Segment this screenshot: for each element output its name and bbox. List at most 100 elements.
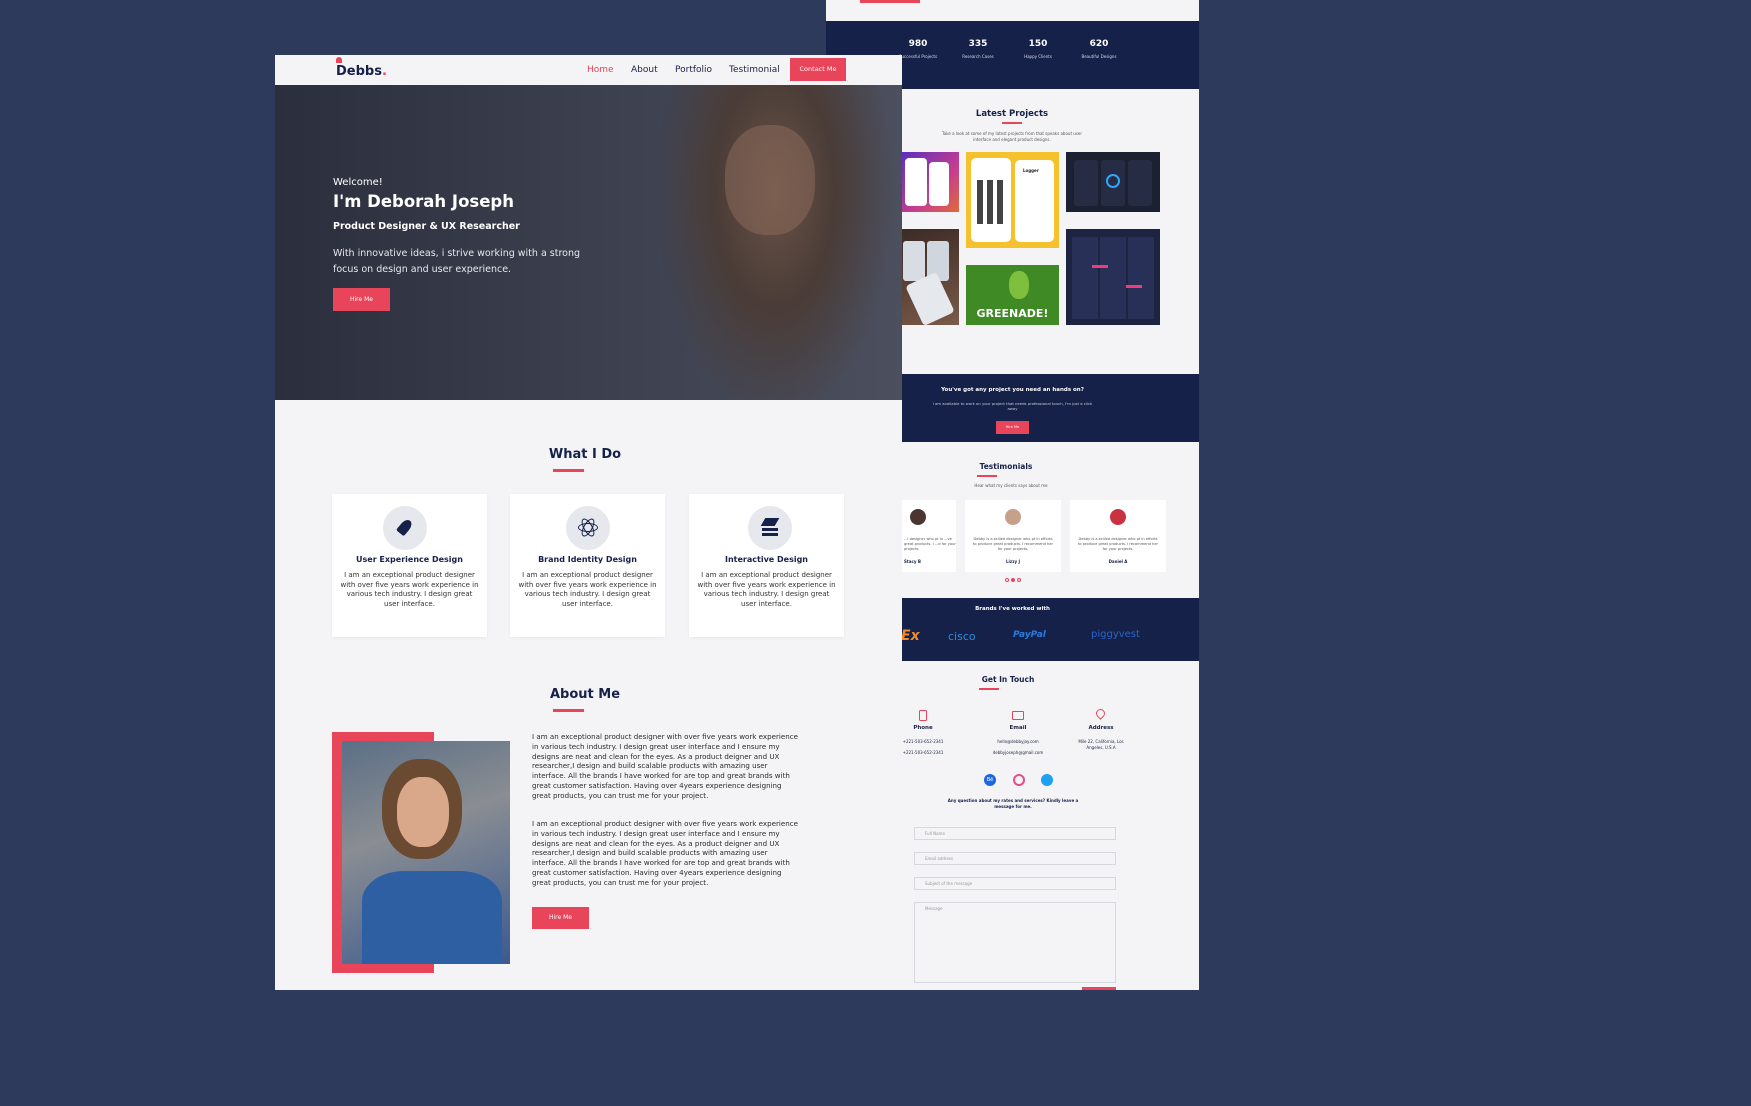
grenade-shape [1009,271,1029,299]
hero-role: Product Designer & UX Researcher [333,221,520,232]
avatar [910,509,926,525]
cta-text: I am available to work on your project t… [932,401,1093,411]
phone-mock [903,241,925,281]
carousel-dot[interactable] [1005,578,1009,582]
testimonial-card: Debby is a skilled designer who pt in ef… [965,500,1061,572]
paypal-logo: PayPal [1013,630,1046,640]
service-card-interactive: Interactive Design I am an exceptional p… [689,494,844,637]
about-title: About Me [549,687,621,702]
hero-intro: With innovative ideas, i strive working … [333,248,581,275]
layers-icon [748,506,792,550]
stat-designs: 620 Beautiful Designs [1064,39,1134,59]
logo-mark [336,57,342,63]
contact-me-button[interactable]: Contact Me [790,58,846,81]
message-textarea[interactable]: Message [914,902,1116,983]
atom-icon [566,506,610,550]
cta-hire-button[interactable]: Hire Me [996,421,1029,434]
about-paragraph: I am an exceptional product designer wit… [532,819,798,887]
address-label: Address [1088,725,1114,731]
stat-clients: 150 Happy Clients [1003,39,1073,59]
phone-mock: Logger [1015,160,1054,242]
title-underline [553,469,584,472]
testimonial-text: Debby is a skilled designer who pt in ef… [973,537,1054,551]
about-paragraph: I am an exceptional product designer wit… [532,732,798,800]
testimonial-text: Debby is a skilled designer who pt in ef… [1078,537,1159,551]
piggyvest-logo: piggyvest [1091,629,1140,640]
stat-number: 620 [1089,39,1109,49]
phone-icon [919,710,927,721]
email-line[interactable]: hello@debbyjay.com [986,739,1050,744]
project-thumb-chat-app[interactable] [901,152,959,212]
projects-title: Latest Projects [975,109,1049,119]
phone-label: Phone [913,725,933,731]
hero-hire-button[interactable]: Hire Me [333,288,390,311]
cisco-logo: cisco [948,630,976,643]
stat-label: Beautiful Designs [1081,54,1117,59]
carousel-dot-active[interactable] [1011,578,1015,582]
nav-testimonial[interactable]: Testimonial [729,65,780,75]
about-hire-button[interactable]: Hire Me [532,907,589,929]
title-underline [979,688,999,690]
twitter-icon[interactable] [1041,774,1053,786]
screen-mock [1072,237,1098,319]
photo-face [397,777,449,847]
brands-title: Brands I've worked with [975,606,1050,612]
testimonials-subtitle: Hear what my clients says about me [974,483,1048,488]
full-name-input[interactable]: Full Name [914,827,1116,840]
pen-tool-icon [383,506,427,550]
behance-icon[interactable]: Bē [984,774,996,786]
email-input[interactable]: Email address [914,852,1116,865]
address-line: Mile 22, California, Los [1078,739,1124,744]
avatar [1110,509,1126,525]
logo[interactable]: Debbs. [336,64,387,79]
project-thumb-dashboard[interactable] [1066,152,1160,212]
cta-band: You've got any project you need an hands… [901,374,1199,442]
subject-input[interactable]: Subject of the message [914,877,1116,890]
phone-mock [905,158,927,206]
project-thumb-gallery[interactable] [901,229,959,325]
projects-subtitle: Take a look at some of my latest project… [941,131,1083,142]
screen-mock [1101,160,1125,206]
stat-label: Happy Clients [1024,54,1052,59]
nav-portfolio[interactable]: Portfolio [675,65,712,75]
nav-about[interactable]: About [631,65,658,75]
accent-bar [1092,265,1108,268]
gauge-icon [1106,174,1120,188]
dribbble-icon[interactable] [1013,774,1025,786]
contact-question: Any question about my rates and services… [947,798,1079,809]
what-i-do-title: What I Do [548,447,622,462]
logger-label: Logger [1023,168,1039,173]
project-thumb-logger[interactable]: Logger [966,152,1059,248]
fedex-logo: Ex [901,628,920,644]
screen-mock [1074,160,1098,206]
about-photo [342,741,510,964]
top-accent-bar [860,0,920,3]
contact-title: Get In Touch [981,675,1035,684]
hero-welcome: Welcome! [333,177,383,188]
phone-line: +221-503-652-2341 [902,750,944,755]
screen-mock [1128,160,1152,206]
testimonial-card: Debby is a skilled designer who pt in ef… [1070,500,1166,572]
project-thumb-finance[interactable] [1066,229,1160,325]
carousel-dot[interactable] [1017,578,1021,582]
card-text: I am an exceptional product designer wit… [518,571,657,608]
title-underline [1002,122,1022,124]
logo-dot: . [381,64,387,79]
testimonial-name: Daniel A [1108,559,1128,564]
card-title: Brand Identity Design [538,555,637,564]
nav-home[interactable]: Home [587,65,614,75]
navbar: Debbs. Home About Portfolio Testimonial … [275,55,902,85]
testimonial-text: ...l designer who pt in ...ve great prod… [904,537,956,551]
send-button[interactable] [1082,987,1116,990]
service-card-ux: User Experience Design I am an exception… [332,494,487,637]
cta-title: You've got any project you need an hands… [941,387,1084,393]
address-line: Angeles, U.S.A [1086,745,1116,750]
testimonials-title: Testimonials [979,462,1033,471]
email-line[interactable]: debbyjoseph@gmail.com [986,750,1050,755]
project-thumb-greenade[interactable]: GREENADE! [966,265,1059,325]
card-text: I am an exceptional product designer wit… [340,571,479,608]
title-underline [553,709,584,712]
hero-section: Welcome! I'm Deborah Joseph Product Desi… [275,85,902,400]
brands-band: Brands I've worked with Ex cisco PayPal … [901,598,1199,661]
logo-text: Debbs [336,64,382,79]
